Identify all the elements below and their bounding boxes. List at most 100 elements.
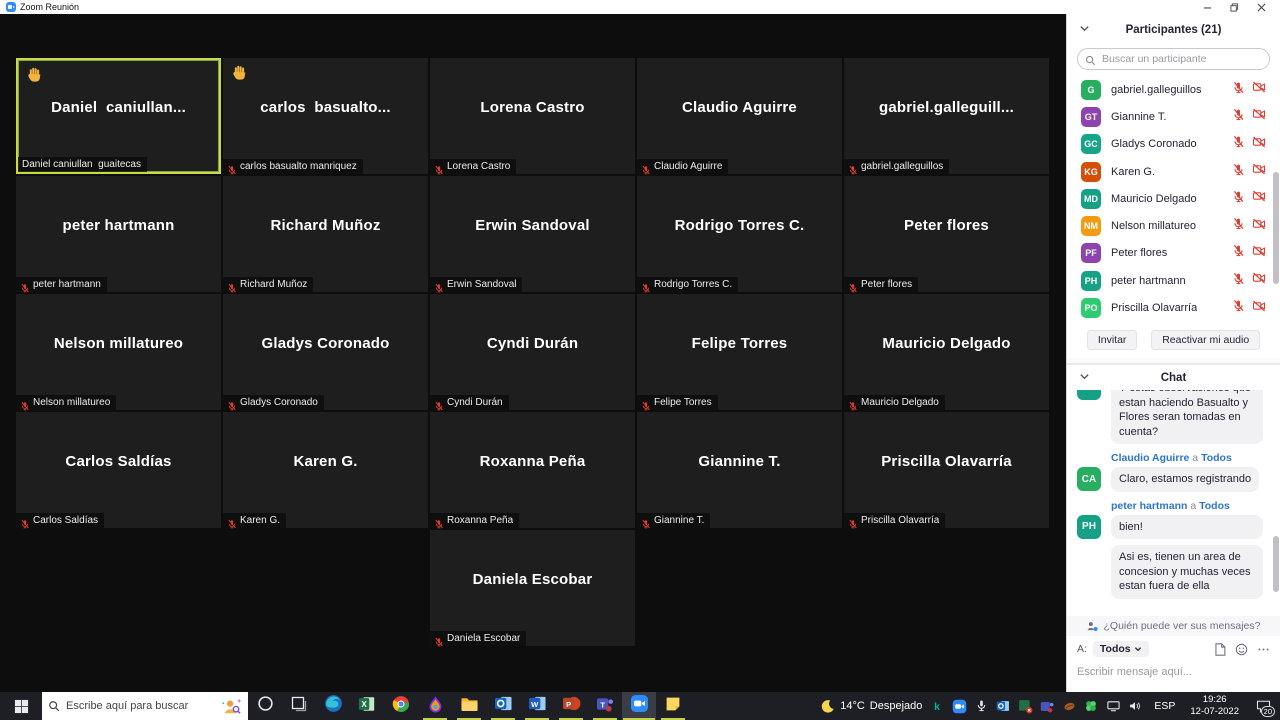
- antivirus-icon[interactable]: [1083, 698, 1099, 714]
- chat-message: Claudio Aguirre a TodosCAClaro, estamos …: [1077, 452, 1270, 492]
- collapse-participants-icon[interactable]: [1079, 21, 1090, 39]
- outlook-taskbar-button[interactable]: [486, 692, 520, 720]
- restore-icon[interactable]: [1230, 3, 1239, 12]
- participants-scrollbar[interactable]: [1273, 172, 1279, 284]
- excel-taskbar-button[interactable]: X: [350, 692, 384, 720]
- participant-tile[interactable]: Mauricio DelgadoMauricio Delgado: [844, 294, 1049, 410]
- participant-row[interactable]: GCGladys Coronado: [1067, 131, 1280, 158]
- participant-tile[interactable]: Nelson millatureoNelson millatureo: [16, 294, 221, 410]
- chrome-icon: [392, 695, 410, 718]
- participant-tile[interactable]: Priscilla OlavarríaPriscilla Olavarría: [844, 412, 1049, 528]
- chat-bubble: Y estas observaciones que estan haciendo…: [1111, 390, 1263, 444]
- unmute-audio-button[interactable]: Reactivar mi audio: [1151, 330, 1260, 350]
- participant-tile[interactable]: Erwin SandovalErwin Sandoval: [430, 176, 635, 292]
- participant-tile[interactable]: Peter floresPeter flores: [844, 176, 1049, 292]
- participant-tile[interactable]: Cyndi DuránCyndi Durán: [430, 294, 635, 410]
- participant-row[interactable]: PHpeter hartmann: [1067, 267, 1280, 294]
- participant-row[interactable]: NMNelson millatureo: [1067, 212, 1280, 239]
- kaspersky-icon[interactable]: k: [929, 698, 945, 714]
- participant-name-chip: Priscilla Olavarría: [844, 513, 945, 528]
- clock[interactable]: 19:26 12-07-2022: [1186, 694, 1243, 718]
- display-icon[interactable]: [1105, 698, 1121, 714]
- participant-name-chip: carlos basualto manriquez: [223, 159, 363, 174]
- taskbar-search-box[interactable]: Escribe aquí para buscar: [42, 692, 248, 720]
- participant-row[interactable]: KGKaren G.: [1067, 158, 1280, 185]
- participant-tile[interactable]: Lorena CastroLorena Castro: [430, 58, 635, 174]
- teams-tray-icon[interactable]: [1039, 698, 1055, 714]
- participant-tile[interactable]: Carlos SaldíasCarlos Saldías: [16, 412, 221, 528]
- zoom-app-taskbar-button[interactable]: [622, 692, 656, 720]
- participant-tile[interactable]: Claudio AguirreClaudio Aguirre: [637, 58, 842, 174]
- participant-tile[interactable]: Roxanna PeñaRoxanna Peña: [430, 412, 635, 528]
- participant-tile[interactable]: peter hartmannpeter hartmann: [16, 176, 221, 292]
- powerpoint-taskbar-button[interactable]: P: [554, 692, 588, 720]
- participant-tile[interactable]: Daniel caniullan...Daniel caniullan guai…: [16, 58, 221, 174]
- speaker-icon[interactable]: [1127, 698, 1143, 714]
- participant-tile[interactable]: Rodrigo Torres C.Rodrigo Torres C.: [637, 176, 842, 292]
- chat-scrollbar[interactable]: [1273, 536, 1279, 592]
- muted-mic-icon: [641, 162, 651, 172]
- microphone-icon[interactable]: [973, 698, 989, 714]
- outlook-tray-icon[interactable]: [995, 698, 1011, 714]
- participant-tile[interactable]: carlos basualto...carlos basualto manriq…: [223, 58, 428, 174]
- chrome-taskbar-button[interactable]: [384, 692, 418, 720]
- word-taskbar-button[interactable]: W: [520, 692, 554, 720]
- participant-label: Claudio Aguirre: [654, 161, 722, 172]
- chat-message-input[interactable]: [1077, 666, 1270, 678]
- participant-row[interactable]: POPriscilla Olavarría: [1067, 294, 1280, 321]
- start-button[interactable]: [0, 692, 42, 720]
- participant-tile[interactable]: Karen G.Karen G.: [223, 412, 428, 528]
- sticky-notes-taskbar-button[interactable]: [656, 692, 690, 720]
- close-icon[interactable]: [1257, 3, 1266, 12]
- participant-tile[interactable]: Giannine T.Giannine T.: [637, 412, 842, 528]
- file-explorer-taskbar-button[interactable]: [452, 692, 486, 720]
- participant-row[interactable]: PFPeter flores: [1067, 240, 1280, 267]
- participant-name-chip: Nelson millatureo: [16, 395, 116, 410]
- participant-tile[interactable]: Daniela EscobarDaniela Escobar: [430, 530, 635, 646]
- participant-row[interactable]: MDMauricio Delgado: [1067, 185, 1280, 212]
- collapse-chat-icon[interactable]: [1079, 369, 1090, 387]
- participant-tile[interactable]: Felipe TorresFelipe Torres: [637, 294, 842, 410]
- chat-messages[interactable]: Y estas observaciones que estan haciendo…: [1067, 390, 1280, 616]
- notification-count-badge: 20: [1261, 706, 1275, 717]
- participant-row[interactable]: GTGiannine T.: [1067, 103, 1280, 130]
- app-error-icon[interactable]: [1017, 698, 1033, 714]
- cortana-taskbar-button[interactable]: [248, 692, 282, 720]
- language-indicator[interactable]: ESP: [1150, 700, 1179, 712]
- zoom-tray-icon[interactable]: [951, 698, 967, 714]
- teams-taskbar-button[interactable]: T: [588, 692, 622, 720]
- more-options-icon[interactable]: [1257, 643, 1270, 656]
- weather-widget[interactable]: 14°C Despejado: [820, 699, 922, 714]
- search-icon: [48, 700, 60, 712]
- participant-tile[interactable]: Richard MuñozRichard Muñoz: [223, 176, 428, 292]
- participant-display-name: Carlos Saldías: [16, 412, 221, 510]
- paint3d-taskbar-button[interactable]: [418, 692, 452, 720]
- mic-off-icon: [1232, 190, 1245, 208]
- chat-bubble: bien!: [1111, 515, 1263, 540]
- invite-button[interactable]: Invitar: [1087, 330, 1138, 350]
- chat-privacy-note[interactable]: ¿Quién puede ver sus mensajes?: [1067, 616, 1280, 636]
- participant-tile[interactable]: Gladys CoronadoGladys Coronado: [223, 294, 428, 410]
- muted-mic-icon: [848, 162, 858, 172]
- edge-taskbar-button[interactable]: [316, 692, 350, 720]
- participant-tile[interactable]: gabriel.galleguill...gabriel.galleguillo…: [844, 58, 1049, 174]
- task-view-taskbar-button[interactable]: [282, 692, 316, 720]
- attach-file-icon[interactable]: [1214, 643, 1226, 656]
- muted-mic-icon: [848, 280, 858, 290]
- participant-search-input[interactable]: [1077, 48, 1270, 70]
- muted-mic-icon: [641, 516, 651, 526]
- notification-center[interactable]: 20: [1250, 692, 1276, 720]
- avatar: PH: [1081, 271, 1101, 291]
- participant-row[interactable]: Ggabriel.galleguillos: [1067, 76, 1280, 103]
- participant-name-chip: Karen G.: [223, 513, 286, 528]
- muted-mic-icon: [227, 280, 237, 290]
- mic-off-icon: [1232, 81, 1245, 99]
- search-highlight-art-icon: [220, 696, 242, 716]
- sticky-notes-icon: [665, 696, 681, 717]
- bean-icon[interactable]: [1061, 698, 1077, 714]
- windows-taskbar: Escribe aquí para buscar X WPT 14°C Despe…: [0, 692, 1280, 720]
- minimize-icon[interactable]: [1203, 3, 1212, 12]
- participant-name-chip: peter hartmann: [16, 277, 107, 292]
- recipient-dropdown[interactable]: Todos: [1093, 641, 1149, 657]
- emoji-icon[interactable]: [1235, 643, 1248, 656]
